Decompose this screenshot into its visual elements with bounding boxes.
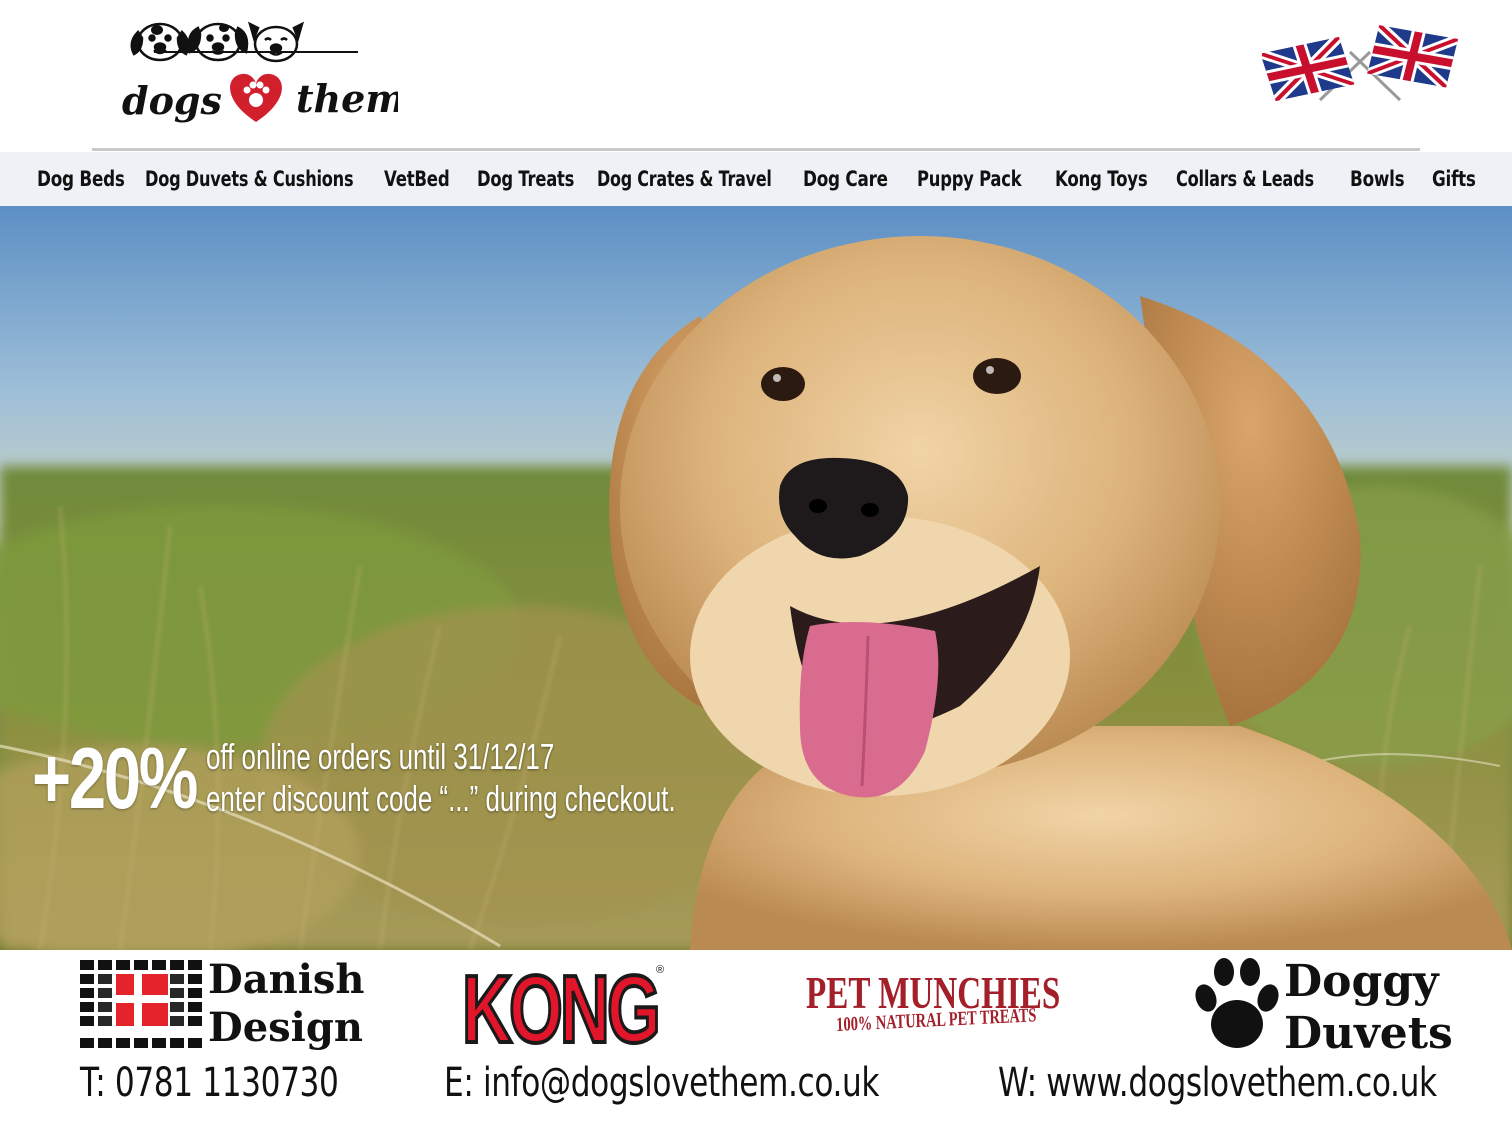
nav-item-dog-treats[interactable]: Dog Treats xyxy=(477,152,574,206)
contact-phone[interactable]: T: 0781 1130730 xyxy=(80,1060,339,1106)
danish-design-line1: Danish xyxy=(208,956,365,1003)
logo-word-them: them xyxy=(296,76,398,121)
promo-discount-amount: +20% xyxy=(32,731,198,827)
nav-item-puppy-pack[interactable]: Puppy Pack xyxy=(917,152,1022,206)
nav-item-dog-care[interactable]: Dog Care xyxy=(803,152,888,206)
puppy-photo xyxy=(0,206,1512,950)
nav-item-dog-crates-travel[interactable]: Dog Crates & Travel xyxy=(597,152,772,206)
union-jack-flags-icon xyxy=(1262,18,1458,106)
contact-website[interactable]: W: www.dogslovethem.co.uk xyxy=(998,1060,1437,1106)
nav-item-collars-leads[interactable]: Collars & Leads xyxy=(1176,152,1314,206)
danish-flag-grid-icon xyxy=(80,960,204,1048)
doggy-duvets-line1: Doggy xyxy=(1284,956,1439,1007)
kong-registered-mark: ® xyxy=(656,964,665,976)
logo-word-dogs: dogs xyxy=(122,78,222,123)
kong-logo: KONG xyxy=(461,956,663,1063)
header-divider xyxy=(92,148,1420,151)
nav-item-gifts[interactable]: Gifts xyxy=(1432,152,1476,206)
site-logo[interactable]: dogs them xyxy=(118,6,398,136)
site-header: dogs them xyxy=(0,0,1512,150)
nav-item-dog-duvets-cushions[interactable]: Dog Duvets & Cushions xyxy=(145,152,354,206)
main-nav: Dog Beds Dog Duvets & Cushions VetBed Do… xyxy=(0,152,1512,206)
heart-paw-icon xyxy=(230,73,282,122)
nav-item-dog-beds[interactable]: Dog Beds xyxy=(37,152,125,206)
nav-item-bowls[interactable]: Bowls xyxy=(1350,152,1405,206)
hero-banner: +20% off online orders until 31/12/17 en… xyxy=(0,206,1512,950)
nav-item-kong-toys[interactable]: Kong Toys xyxy=(1055,152,1148,206)
paw-print-icon xyxy=(1195,958,1279,1048)
danish-design-line2: Design xyxy=(208,1004,363,1051)
dog-faces-logo-icon xyxy=(130,21,358,63)
contact-email[interactable]: E: info@dogslovethem.co.uk xyxy=(444,1060,879,1106)
nav-item-vetbed[interactable]: VetBed xyxy=(384,152,450,206)
promo-line-2: enter discount code “...” during checkou… xyxy=(206,778,676,819)
promo-line-1: off online orders until 31/12/17 xyxy=(206,736,555,777)
doggy-duvets-line2: Duvets xyxy=(1284,1008,1453,1059)
